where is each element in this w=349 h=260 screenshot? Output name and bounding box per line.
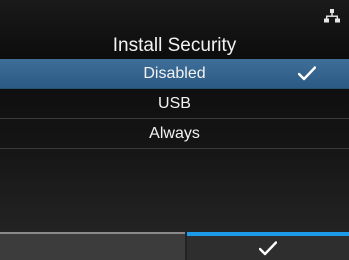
network-icon xyxy=(324,9,340,23)
option-list: Disabled USB Always xyxy=(0,59,349,149)
softkey-left[interactable] xyxy=(0,232,185,260)
softkey-bar xyxy=(0,232,349,260)
option-label: Disabled xyxy=(143,65,206,82)
check-icon xyxy=(259,241,277,256)
printer-screen: Install Security Disabled USB Always xyxy=(0,0,349,260)
option-usb[interactable]: USB xyxy=(0,89,349,119)
option-always[interactable]: Always xyxy=(0,119,349,149)
page-title: Install Security xyxy=(112,35,237,56)
option-label: Always xyxy=(149,125,200,142)
option-label: USB xyxy=(158,95,191,112)
confirm-softkey[interactable] xyxy=(187,232,349,260)
option-disabled[interactable]: Disabled xyxy=(0,59,349,89)
check-icon xyxy=(298,66,316,81)
